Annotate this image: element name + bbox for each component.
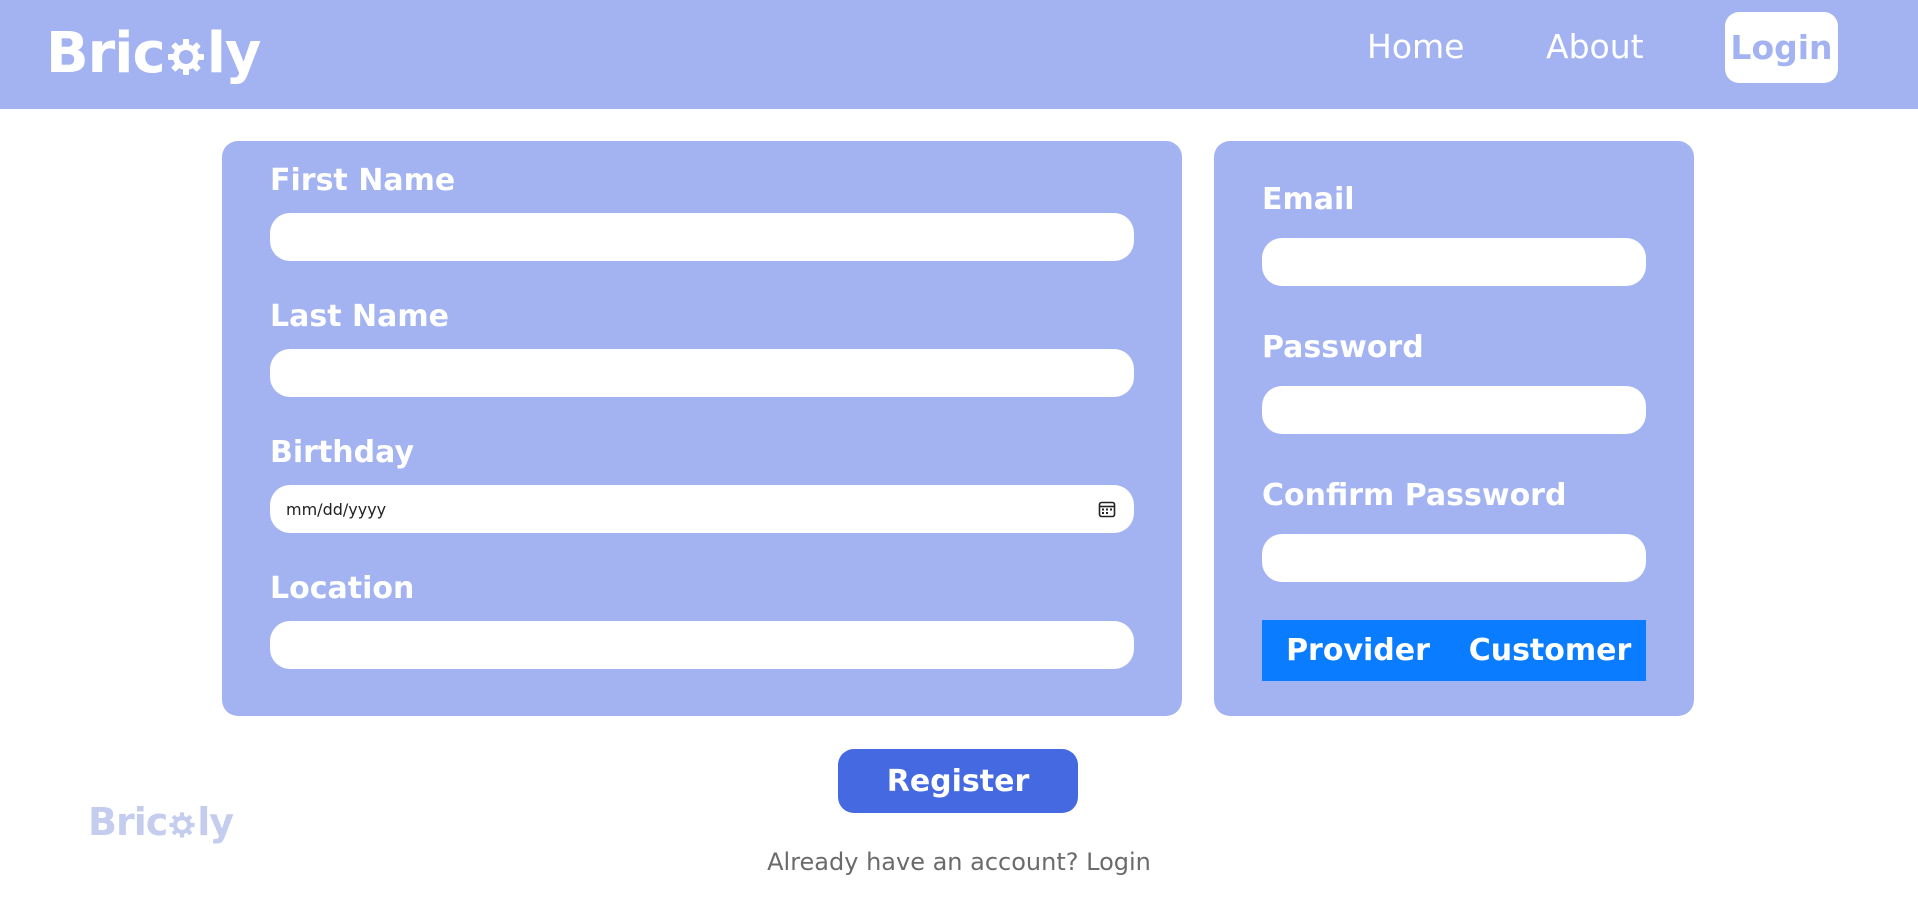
login-prompt: Already have an account? Login xyxy=(0,848,1918,876)
provider-option[interactable]: Provider xyxy=(1262,633,1454,668)
gear-icon xyxy=(169,812,195,838)
nav-home-link[interactable]: Home xyxy=(1367,26,1464,68)
brand-text-pre: Bric xyxy=(46,20,166,86)
birthday-input[interactable]: mm/dd/yyyy xyxy=(270,485,1134,533)
first-name-input[interactable] xyxy=(270,213,1134,261)
login-prompt-text: Already have an account? xyxy=(767,848,1087,876)
register-button[interactable]: Register xyxy=(838,749,1078,813)
footer-brand-text-pre: Bric xyxy=(88,800,168,844)
last-name-input[interactable] xyxy=(270,349,1134,397)
footer-brand-logo: Bric ly xyxy=(88,800,234,844)
birthday-placeholder: mm/dd/yyyy xyxy=(286,499,387,519)
brand-logo[interactable]: Bric ly xyxy=(46,18,262,88)
gear-icon xyxy=(167,39,204,75)
nav-about-link[interactable]: About xyxy=(1546,26,1644,68)
email-label: Email xyxy=(1262,182,1355,217)
confirm-password-label: Confirm Password xyxy=(1262,478,1567,513)
customer-option[interactable]: Customer xyxy=(1454,633,1646,668)
role-toggle: Provider Customer xyxy=(1262,620,1646,681)
account-info-panel: Email Password Confirm Password Provider… xyxy=(1214,141,1694,716)
last-name-label: Last Name xyxy=(270,299,449,334)
location-input[interactable] xyxy=(270,621,1134,669)
password-input[interactable] xyxy=(1262,386,1646,434)
location-label: Location xyxy=(270,571,415,606)
footer-brand-text-post: ly xyxy=(197,800,234,844)
password-label: Password xyxy=(1262,330,1424,365)
brand-text-post: ly xyxy=(206,20,262,86)
email-input[interactable] xyxy=(1262,238,1646,286)
confirm-password-input[interactable] xyxy=(1262,534,1646,582)
birthday-label: Birthday xyxy=(270,435,414,470)
navbar: Bric ly Home About Login xyxy=(0,0,1918,109)
login-link[interactable]: Login xyxy=(1086,848,1151,876)
personal-info-panel: First Name Last Name Birthday mm/dd/yyyy… xyxy=(222,141,1182,716)
first-name-label: First Name xyxy=(270,163,456,198)
nav-login-button[interactable]: Login xyxy=(1725,12,1838,83)
calendar-icon[interactable] xyxy=(1098,500,1116,518)
